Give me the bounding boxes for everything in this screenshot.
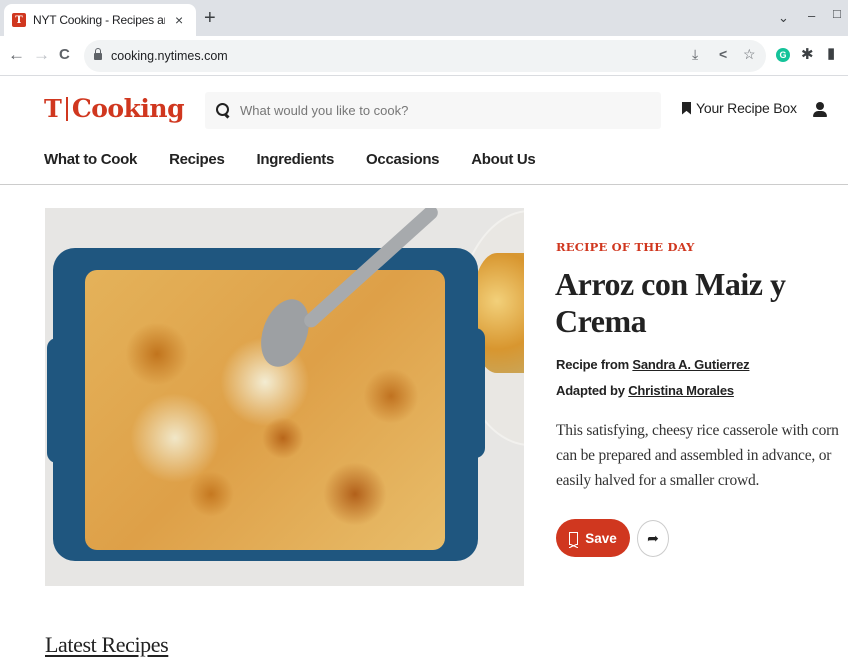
bookmark-star-icon[interactable]: ☆ <box>743 46 756 63</box>
nyt-t-logo-icon: T <box>44 94 62 123</box>
recipe-box-link[interactable]: Your Recipe Box <box>682 100 797 116</box>
install-app-icon[interactable]: ⤓ <box>692 46 698 63</box>
browser-tab-bar: T NYT Cooking - Recipes and Cooking Guid… <box>0 0 848 36</box>
side-panel-icon[interactable]: ▮ <box>827 44 835 62</box>
tab-title: NYT Cooking - Recipes and Cooking Guides <box>33 13 165 27</box>
nav-about-us[interactable]: About Us <box>471 151 536 168</box>
nav-what-to-cook[interactable]: What to Cook <box>44 151 137 168</box>
browser-tab[interactable]: T NYT Cooking - Recipes and Cooking Guid… <box>4 4 196 36</box>
bookmark-icon <box>682 101 691 115</box>
address-bar[interactable]: cooking.nytimes.com ⤓ < ☆ <box>84 40 766 72</box>
url-text[interactable]: cooking.nytimes.com <box>111 49 228 63</box>
search-bar[interactable] <box>205 92 661 129</box>
new-tab-button[interactable]: + <box>204 8 216 28</box>
recipe-author-link[interactable]: Sandra A. Gutierrez <box>632 357 749 372</box>
search-icon[interactable] <box>216 102 232 119</box>
recipe-of-the-day-label: RECIPE OF THE DAY <box>556 240 695 254</box>
search-input[interactable] <box>240 103 640 118</box>
bookmark-outline-icon <box>568 531 579 548</box>
adapted-by-label: Adapted by <box>556 383 625 398</box>
save-button[interactable]: Save <box>556 519 630 557</box>
nyt-favicon-icon: T <box>12 13 26 27</box>
user-account-icon[interactable] <box>813 102 827 118</box>
back-arrow-icon[interactable]: ← <box>8 45 25 65</box>
maximize-icon[interactable]: □ <box>833 6 841 21</box>
adapter-author-link[interactable]: Christina Morales <box>628 383 734 398</box>
tab-search-chevron-icon[interactable]: ⌄ <box>778 10 789 26</box>
reload-icon[interactable]: C <box>59 45 70 65</box>
close-tab-icon[interactable]: × <box>175 12 183 28</box>
recipe-box-label: Your Recipe Box <box>696 100 797 116</box>
main-nav: What to Cook Recipes Ingredients Occasio… <box>44 151 567 168</box>
nav-occasions[interactable]: Occasions <box>366 151 439 168</box>
recipe-hero-image[interactable] <box>45 208 524 586</box>
latest-recipes-heading[interactable]: Latest Recipes <box>45 632 169 658</box>
share-arrow-icon: ➦ <box>647 530 659 546</box>
nav-recipes[interactable]: Recipes <box>169 151 225 168</box>
forward-arrow-icon[interactable]: → <box>33 45 50 65</box>
recipe-title[interactable]: Arroz con Maiz y Crema <box>555 266 815 340</box>
minimize-icon[interactable]: – <box>808 8 815 23</box>
browser-toolbar: ← → C cooking.nytimes.com ⤓ < ☆ G ✱ ▮ <box>0 36 848 76</box>
share-button[interactable]: ➦ <box>637 520 669 557</box>
nyt-cooking-logo[interactable]: T Cooking <box>44 94 185 123</box>
lock-icon[interactable] <box>94 48 102 61</box>
logo-text: Cooking <box>71 94 185 123</box>
recipe-from-label: Recipe from <box>556 357 629 372</box>
site-header: T Cooking Your Recipe Box What to Cook R… <box>0 77 848 185</box>
save-label: Save <box>585 530 617 546</box>
adapted-by-byline: Adapted by Christina Morales <box>556 383 734 398</box>
recipe-from-byline: Recipe from Sandra A. Gutierrez <box>556 357 750 372</box>
logo-divider <box>65 97 68 121</box>
extensions-puzzle-icon[interactable]: ✱ <box>801 45 814 63</box>
casserole-food <box>85 270 445 550</box>
share-icon[interactable]: < <box>719 46 727 62</box>
grammarly-extension-icon[interactable]: G <box>776 48 790 62</box>
nav-ingredients[interactable]: Ingredients <box>257 151 335 168</box>
recipe-description: This satisfying, cheesy rice casserole w… <box>556 422 839 489</box>
